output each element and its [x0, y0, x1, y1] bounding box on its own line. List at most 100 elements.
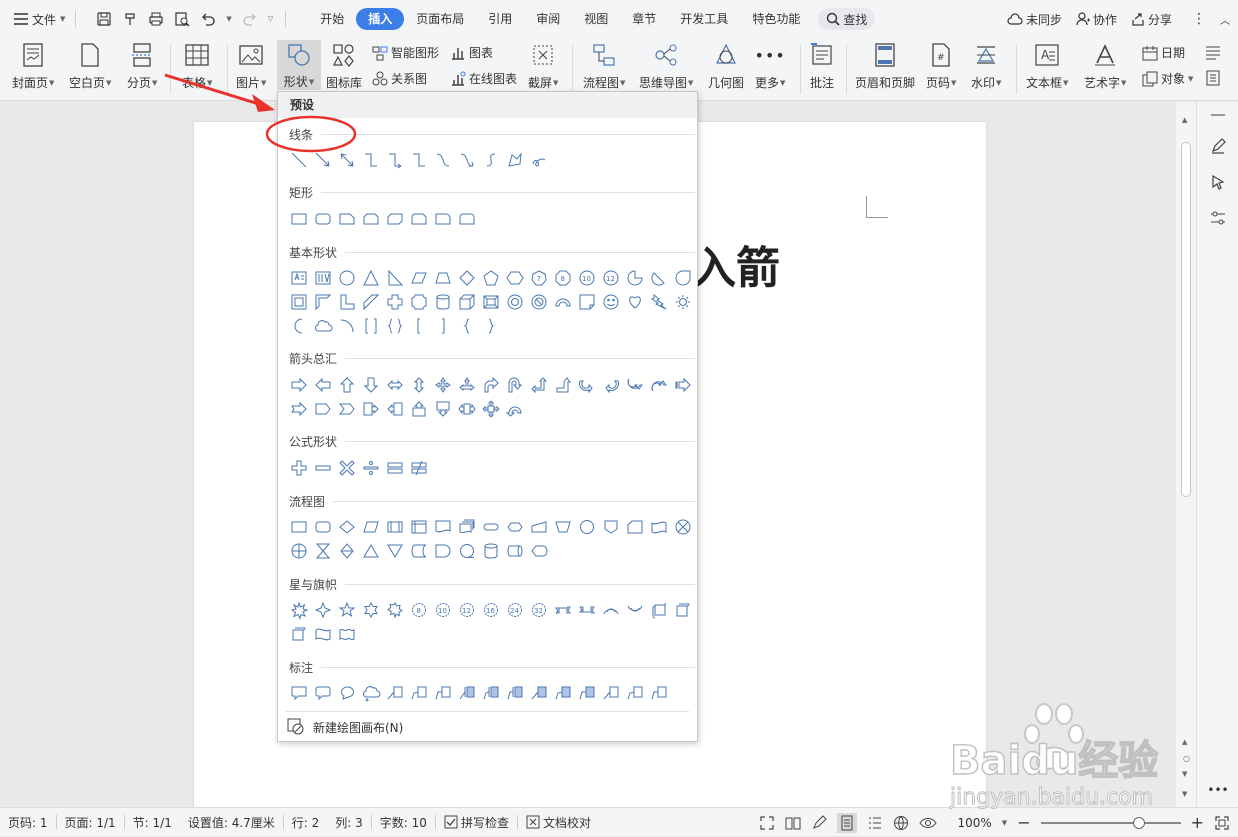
shape-star-n-24-icon[interactable]: 24: [503, 598, 527, 622]
shape-minus-sign-icon[interactable]: [311, 456, 335, 480]
shape-scribble-icon[interactable]: [527, 148, 551, 172]
outline-view-icon[interactable]: [867, 815, 883, 831]
shape-snip-1-icon[interactable]: [335, 207, 359, 231]
collapse-ribbon-icon[interactable]: ︿: [1220, 12, 1230, 27]
shape-rect-icon[interactable]: [287, 207, 311, 231]
shape-arc-icon[interactable]: [551, 290, 575, 314]
file-menu[interactable]: 文件 ▼: [14, 11, 65, 28]
shape-fc-mag-disk-icon[interactable]: [479, 539, 503, 563]
shape-callout-u-icon[interactable]: [407, 397, 431, 421]
shape-fc-process-icon[interactable]: [287, 515, 311, 539]
shape-vtextbox-icon[interactable]: [311, 266, 335, 290]
sync-button[interactable]: 未同步: [1007, 11, 1062, 28]
shape-snip-round-icon[interactable]: [407, 207, 431, 231]
shape-callout-r-icon[interactable]: [359, 397, 383, 421]
format-painter-icon[interactable]: [122, 11, 138, 27]
shape-star-n-16-icon[interactable]: 16: [479, 598, 503, 622]
picture-button[interactable]: 图片 ▼: [236, 38, 266, 91]
shape-dbl-wave-icon[interactable]: [335, 622, 359, 646]
more-button[interactable]: ••• 更多 ▼: [755, 38, 786, 91]
shape-fc-seq-access-icon[interactable]: [455, 539, 479, 563]
shape-ellipse-icon[interactable]: [335, 266, 359, 290]
document-heading[interactable]: 入箭: [692, 232, 780, 296]
shape-divide-icon[interactable]: [359, 456, 383, 480]
shape-fc-predef-icon[interactable]: [383, 515, 407, 539]
shape-co-border-3-icon[interactable]: [575, 681, 599, 705]
more-options-icon[interactable]: ⋮: [1192, 11, 1206, 27]
shape-elbow-icon[interactable]: [407, 148, 431, 172]
shape-bevel-icon[interactable]: [479, 290, 503, 314]
zoom-level[interactable]: 100%: [957, 816, 991, 830]
shape-fc-decision-icon[interactable]: [335, 515, 359, 539]
shape-cube-icon[interactable]: [455, 290, 479, 314]
print-preview-icon[interactable]: [174, 11, 190, 27]
more-panel-icon[interactable]: •••: [1207, 780, 1228, 800]
header-footer-button[interactable]: 页眉和页脚: [855, 38, 915, 91]
shape-star-n-8-icon[interactable]: 8: [407, 598, 431, 622]
shape-co-cloud-icon[interactable]: [359, 681, 383, 705]
shape-arr-curved-u-icon[interactable]: [623, 373, 647, 397]
shape-co-line-2-icon[interactable]: [407, 681, 431, 705]
shape-arr-u-icon[interactable]: [335, 373, 359, 397]
shape-scroll-h-icon[interactable]: [671, 598, 695, 622]
shape-sun-icon[interactable]: [671, 290, 695, 314]
shape-co-line-1-icon[interactable]: [599, 681, 623, 705]
shape-co-border-2-icon[interactable]: [551, 681, 575, 705]
shape-dodecagon-icon[interactable]: 12: [599, 266, 623, 290]
shape-scroll-v-icon[interactable]: [647, 598, 671, 622]
cover-page-button[interactable]: 封面页 ▼: [12, 38, 54, 91]
zoom-in-button[interactable]: +: [1191, 813, 1204, 832]
smart-art-button[interactable]: 智能图形: [372, 44, 439, 61]
shape-fc-display-icon[interactable]: [527, 539, 551, 563]
blank-page-button[interactable]: 空白页 ▼: [69, 38, 111, 91]
shape-parallelogram-icon[interactable]: [407, 266, 431, 290]
shape-can-icon[interactable]: [431, 290, 455, 314]
tab-insert[interactable]: 插入: [356, 8, 405, 30]
icon-library-button[interactable]: 图标库: [326, 38, 362, 91]
zoom-dropdown-icon[interactable]: ▼: [1002, 819, 1007, 827]
shape-arr-u-d-icon[interactable]: [407, 373, 431, 397]
shape-star-n-32-icon[interactable]: 32: [527, 598, 551, 622]
shape-plus-sign-icon[interactable]: [287, 456, 311, 480]
object-button[interactable]: 对象 ▼: [1142, 70, 1193, 87]
shape-fc-collate-icon[interactable]: [311, 539, 335, 563]
shape-curve-icon[interactable]: [431, 148, 455, 172]
shape-arr-d-icon[interactable]: [359, 373, 383, 397]
zoom-out-button[interactable]: −: [1017, 813, 1030, 832]
text-align-button[interactable]: [1205, 44, 1221, 60]
page-break-button[interactable]: 分页 ▼: [127, 38, 157, 91]
shape-pentagon-icon[interactable]: [479, 266, 503, 290]
shape-star-5-icon[interactable]: [335, 598, 359, 622]
shape-no-symbol-icon[interactable]: [527, 290, 551, 314]
shape-co-line-3-icon[interactable]: [431, 681, 455, 705]
shape-freeform-icon[interactable]: [503, 148, 527, 172]
text-box-button[interactable]: A 文本框 ▼: [1026, 38, 1068, 91]
tab-chapter[interactable]: 章节: [620, 8, 668, 30]
shape-arr-r-icon[interactable]: [287, 373, 311, 397]
shape-star-6-icon[interactable]: [359, 598, 383, 622]
page-number-button[interactable]: # 页码 ▼: [926, 38, 956, 91]
geometry-button[interactable]: 几何图: [708, 38, 744, 91]
shape-co-line-3-icon[interactable]: [647, 681, 671, 705]
shape-scurve-icon[interactable]: [479, 148, 503, 172]
shape-rbrace-icon[interactable]: [479, 314, 503, 338]
quick-access-dropdown-icon[interactable]: ▽: [268, 15, 273, 23]
flowchart-button[interactable]: 流程图 ▼: [583, 38, 625, 91]
shape-plus-icon[interactable]: [383, 290, 407, 314]
shape-arr-uturn-icon[interactable]: [503, 373, 527, 397]
shape-half-frame-icon[interactable]: [311, 290, 335, 314]
page-view-button[interactable]: [837, 812, 858, 833]
tab-home[interactable]: 开始: [308, 8, 356, 30]
shape-octagon-icon[interactable]: 8: [551, 266, 575, 290]
shape-teardrop-icon[interactable]: [671, 266, 695, 290]
shape-curved-ribbon-down-icon[interactable]: [623, 598, 647, 622]
search-button[interactable]: 查找: [818, 8, 876, 30]
shape-fc-alt-icon[interactable]: [311, 515, 335, 539]
shape-cloud-icon[interactable]: [311, 314, 335, 338]
undo-icon[interactable]: [200, 11, 216, 27]
shape-fc-card-icon[interactable]: [623, 515, 647, 539]
table-button[interactable]: 表格 ▼: [182, 38, 212, 91]
attachment-button[interactable]: [1205, 70, 1221, 86]
shape-co-round-icon[interactable]: [311, 681, 335, 705]
shape-chord-icon[interactable]: [647, 266, 671, 290]
